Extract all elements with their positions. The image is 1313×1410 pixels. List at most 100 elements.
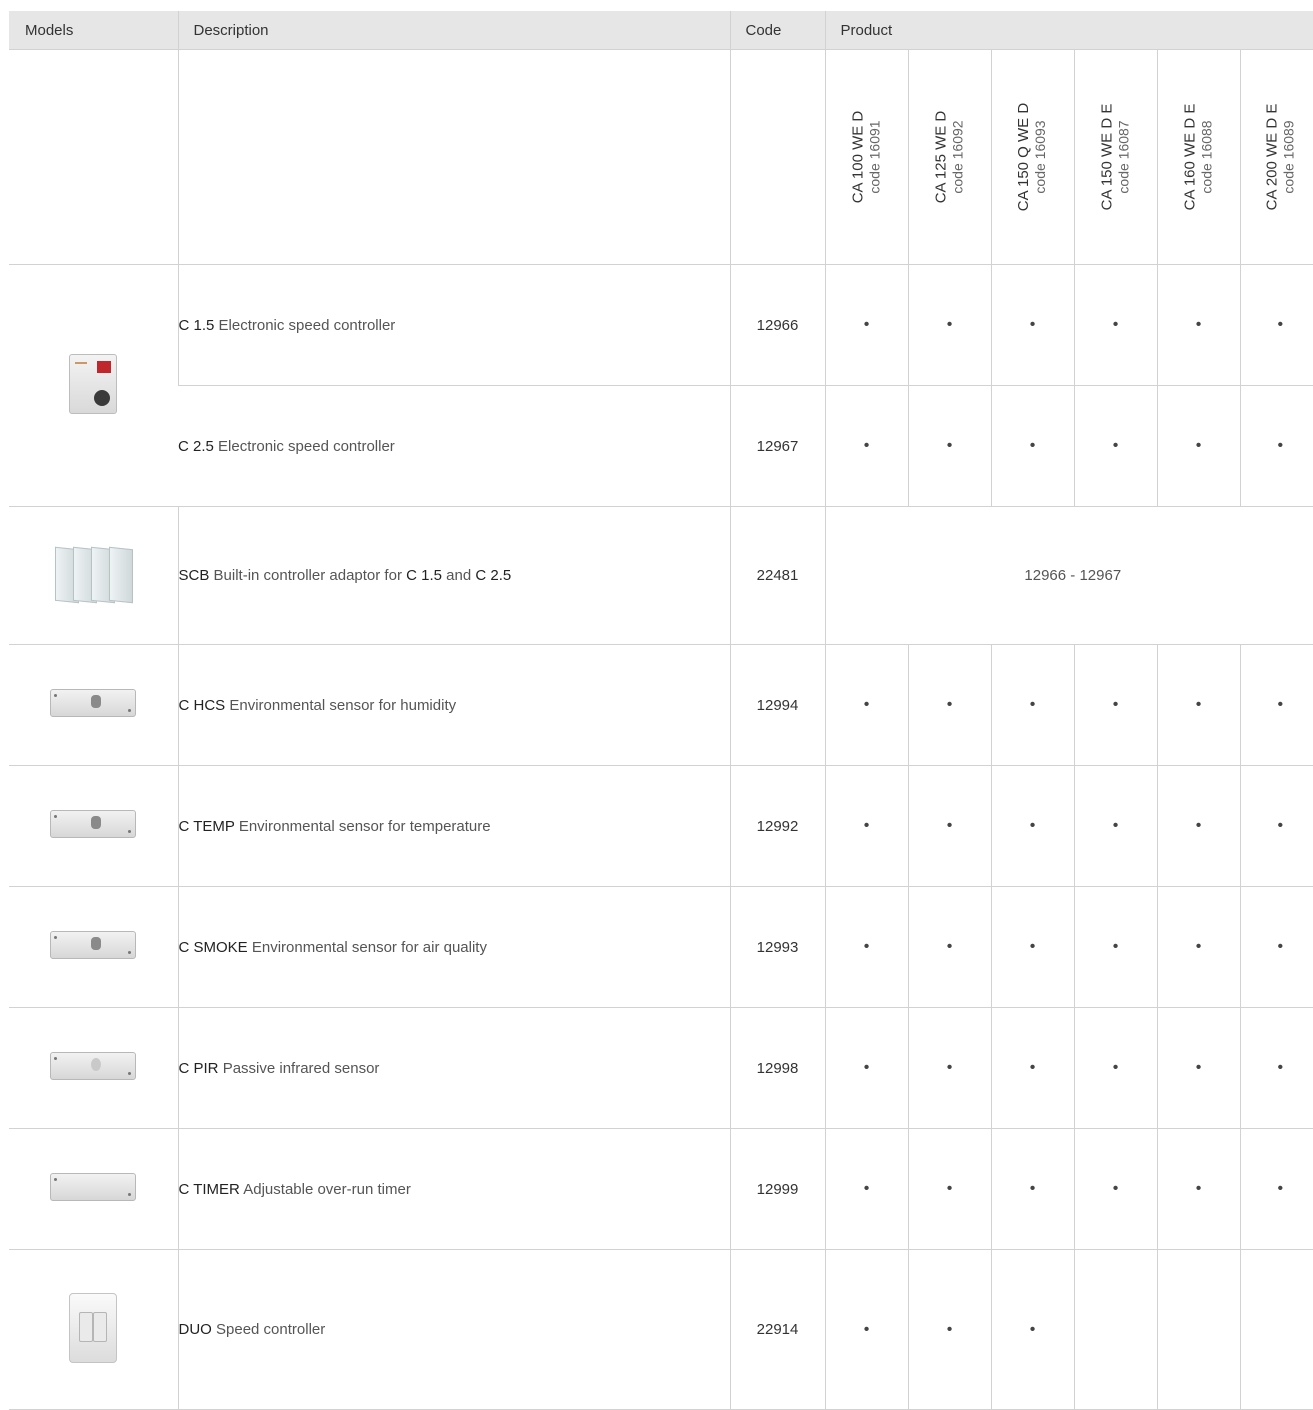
compatibility-cell: • <box>824 1128 908 1250</box>
code-cell: 12993 <box>729 886 825 1008</box>
compatibility-cell: • <box>1073 765 1157 887</box>
compatibility-cell: • <box>1073 264 1157 386</box>
code-header: Code <box>729 11 825 50</box>
model-name: C HCS <box>178 696 226 714</box>
compatibility-cell: • <box>1073 385 1157 507</box>
model-name: C TIMER <box>178 1180 240 1198</box>
compatible-dot: • <box>946 316 953 333</box>
compatibility-cell: • <box>907 644 991 766</box>
compatible-dot: • <box>1277 696 1284 713</box>
product-label-row: CA 100 WE Dcode 16091 CA 125 WE Dcode 16… <box>9 49 1313 265</box>
compatibility-cell: • <box>1073 1128 1157 1250</box>
description-text: Speed controller <box>216 1321 326 1338</box>
compatible-dot: • <box>1029 1059 1036 1076</box>
compatible-dot: • <box>1112 696 1119 713</box>
accessory-row: C HCS Environmental sensor for humidity 1… <box>9 644 1313 766</box>
accessory-rows: C 1.5 Electronic speed controller 12966 • •… <box>9 264 1313 1410</box>
compatible-dot: • <box>1277 817 1284 834</box>
empty-cell <box>9 49 178 265</box>
product-column-label: CA 150 Q WE Dcode 16093 <box>990 49 1074 265</box>
compatible-dot: • <box>1195 316 1202 333</box>
compatibility-cell: • <box>1239 264 1313 386</box>
compatible-dot: • <box>1277 1180 1284 1197</box>
description-text: Environmental sensor for air quality <box>251 938 487 956</box>
description-header: Description <box>177 11 730 50</box>
header-row: Models Description Code Product <box>9 11 1313 50</box>
compatibility-cell <box>1239 1249 1313 1410</box>
product-code: code 16093 <box>1032 120 1049 194</box>
description-text: and <box>446 567 472 584</box>
empty-cell <box>177 49 730 265</box>
compatibility-cell: • <box>824 264 908 386</box>
description-text: Passive infrared sensor <box>222 1059 380 1077</box>
compatibility-cell: • <box>907 385 991 507</box>
compatibility-cell: • <box>1239 886 1313 1008</box>
compatibility-cell: • <box>990 886 1074 1008</box>
accessory-row: C SMOKE Environmental sensor for air qua… <box>9 886 1313 1008</box>
model-image-cell <box>9 506 178 645</box>
compatibility-cell: • <box>824 765 908 887</box>
pir-sensor-image <box>50 1052 137 1080</box>
compatible-dot: • <box>863 1320 870 1338</box>
accessory-row: C TIMER Adjustable over-run timer 12999 • •… <box>9 1128 1313 1250</box>
description-cell: C 1.5 Electronic speed controller <box>177 264 730 386</box>
compatibility-cell: • <box>1239 765 1313 887</box>
compatible-dot: • <box>1112 437 1119 454</box>
compatibility-cell: • <box>990 264 1074 386</box>
compatible-dot: • <box>1029 938 1036 955</box>
compatibility-cell: • <box>907 264 991 386</box>
compatible-dot: • <box>1277 316 1284 333</box>
compatible-dot: • <box>1112 938 1119 955</box>
compatible-dot: • <box>1195 696 1202 713</box>
sensor-box-image <box>50 810 137 838</box>
code-cell: 12992 <box>729 765 825 887</box>
compatibility-cell: • <box>990 644 1074 766</box>
product-code: code 16092 <box>949 120 966 194</box>
compatible-dot: • <box>863 696 870 713</box>
code-cell: 12999 <box>729 1128 825 1250</box>
product-model: CA 100 WE D <box>849 110 867 204</box>
description-text: Electronic speed controller <box>218 437 395 455</box>
description-cell: C TIMER Adjustable over-run timer <box>177 1128 730 1250</box>
product-column-label: CA 125 WE Dcode 16092 <box>907 49 991 265</box>
compatibility-cell: • <box>1156 644 1240 766</box>
description-cell: C SMOKE Environmental sensor for air qua… <box>177 886 730 1008</box>
compatible-dot: • <box>1029 1180 1036 1197</box>
compatibility-cell: • <box>824 1007 908 1129</box>
compatibility-cell: • <box>824 1249 908 1410</box>
compatibility-cell <box>1156 1249 1240 1410</box>
compatibility-cell: • <box>907 886 991 1008</box>
product-column-label: CA 150 WE D Ecode 16087 <box>1073 49 1157 265</box>
product-code: code 16088 <box>1198 120 1215 194</box>
model-image-cell <box>9 886 178 1008</box>
product-model: CA 150 WE D E <box>1098 103 1116 211</box>
compatible-dot: • <box>1195 938 1202 955</box>
compatible-dot: • <box>1029 696 1036 713</box>
model-image-cell <box>9 1128 178 1250</box>
compatible-dot: • <box>1195 437 1202 454</box>
compatibility-cell: • <box>907 1128 991 1250</box>
model-reference: C 1.5 <box>406 567 442 584</box>
compatible-dot: • <box>1029 817 1036 834</box>
compatibility-cell: • <box>1239 385 1313 507</box>
compatible-dot: • <box>946 817 953 834</box>
compatible-dot: • <box>946 1059 953 1076</box>
model-name: C TEMP <box>178 817 235 835</box>
product-column-label: CA 160 WE D Ecode 16088 <box>1156 49 1240 265</box>
compatibility-cell: • <box>1073 1007 1157 1129</box>
compatibility-cell: • <box>907 765 991 887</box>
compatible-dot: • <box>863 1059 870 1076</box>
compatibility-cell: • <box>1156 264 1240 386</box>
model-image-cell <box>9 1007 178 1129</box>
description-cell: C 2.5 Electronic speed controller <box>178 385 730 507</box>
product-model: CA 150 Q WE D <box>1015 102 1033 212</box>
compatibility-span-cell: 12966 - 12967 <box>824 506 1313 645</box>
accessory-row: C PIR Passive infrared sensor 12998 • • • • • • <box>9 1007 1313 1129</box>
accessory-row: C 2.5 Electronic speed controller 12967 • •… <box>9 385 1313 507</box>
compatible-dot: • <box>1029 316 1036 333</box>
product-model: CA 125 WE D <box>932 110 950 204</box>
compatibility-cell: • <box>990 765 1074 887</box>
model-image-cell <box>9 1249 178 1410</box>
compatible-dot: • <box>946 938 953 955</box>
description-cell: C HCS Environmental sensor for humidity <box>177 644 730 766</box>
